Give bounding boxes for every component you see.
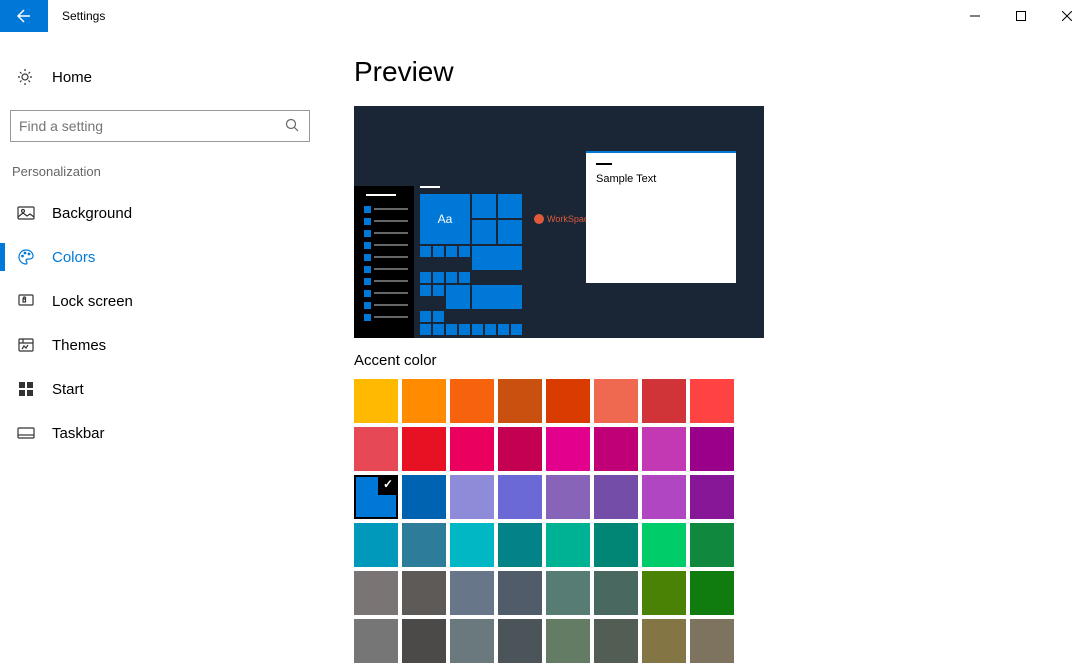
accent-color-label: Accent color	[354, 352, 1080, 369]
close-button[interactable]	[1044, 0, 1090, 32]
color-swatch[interactable]	[642, 571, 686, 615]
color-swatch[interactable]	[594, 619, 638, 663]
nav-taskbar[interactable]: Taskbar	[10, 411, 330, 455]
window-title: Settings	[62, 9, 105, 23]
color-swatch[interactable]	[594, 475, 638, 519]
palette-icon	[16, 247, 36, 267]
color-swatch[interactable]	[402, 619, 446, 663]
theme-icon	[16, 335, 36, 355]
search-box[interactable]	[10, 110, 310, 142]
nav-label: Taskbar	[52, 425, 105, 442]
back-button[interactable]	[0, 0, 48, 32]
start-icon	[16, 379, 36, 399]
color-swatch[interactable]	[546, 619, 590, 663]
nav-label: Lock screen	[52, 293, 133, 310]
color-swatch[interactable]	[354, 379, 398, 423]
color-swatch[interactable]	[594, 523, 638, 567]
color-swatch[interactable]	[594, 427, 638, 471]
preview-sample-window: Sample Text	[586, 151, 736, 283]
color-swatch[interactable]	[354, 475, 398, 519]
page-heading: Preview	[354, 56, 1080, 88]
color-swatch[interactable]	[546, 427, 590, 471]
color-swatch[interactable]	[594, 571, 638, 615]
color-swatch[interactable]	[402, 475, 446, 519]
color-swatch[interactable]	[690, 619, 734, 663]
nav-label: Background	[52, 205, 132, 222]
color-swatch[interactable]	[642, 523, 686, 567]
color-swatch[interactable]	[498, 571, 542, 615]
color-swatch[interactable]	[402, 571, 446, 615]
search-icon	[285, 118, 301, 134]
color-swatch[interactable]	[402, 379, 446, 423]
color-swatch[interactable]	[450, 619, 494, 663]
color-swatch[interactable]	[642, 427, 686, 471]
color-swatch[interactable]	[402, 523, 446, 567]
nav-themes[interactable]: Themes	[10, 323, 330, 367]
picture-icon	[16, 203, 36, 223]
color-swatch[interactable]	[690, 427, 734, 471]
minimize-button[interactable]	[952, 0, 998, 32]
gear-icon	[14, 66, 36, 88]
color-swatch[interactable]	[498, 427, 542, 471]
color-swatch[interactable]	[498, 619, 542, 663]
preview-taskbar	[354, 186, 414, 338]
color-swatch[interactable]	[354, 619, 398, 663]
nav-lockscreen[interactable]: Lock screen	[10, 279, 330, 323]
color-swatch[interactable]	[450, 523, 494, 567]
color-swatch[interactable]	[498, 475, 542, 519]
search-input[interactable]	[19, 118, 285, 134]
color-swatch[interactable]	[450, 427, 494, 471]
color-swatch[interactable]	[594, 379, 638, 423]
color-swatch[interactable]	[450, 379, 494, 423]
section-header: Personalization	[12, 164, 330, 179]
color-swatch[interactable]	[642, 379, 686, 423]
color-swatch[interactable]	[402, 427, 446, 471]
color-swatch[interactable]	[546, 475, 590, 519]
maximize-button[interactable]	[998, 0, 1044, 32]
color-swatch[interactable]	[450, 571, 494, 615]
nav-colors[interactable]: Colors	[10, 235, 330, 279]
color-swatch[interactable]	[498, 523, 542, 567]
color-swatch[interactable]	[690, 475, 734, 519]
color-swatch[interactable]	[690, 523, 734, 567]
color-swatch[interactable]	[690, 379, 734, 423]
preview-box: Aa WorkSpaces	[354, 106, 764, 338]
color-swatch[interactable]	[546, 523, 590, 567]
home-button[interactable]: Home	[10, 60, 330, 94]
home-label: Home	[52, 69, 92, 86]
taskbar-icon	[16, 423, 36, 443]
nav-label: Themes	[52, 337, 106, 354]
nav-start[interactable]: Start	[10, 367, 330, 411]
color-swatch[interactable]	[498, 379, 542, 423]
nav-label: Colors	[52, 249, 95, 266]
color-swatch[interactable]	[354, 427, 398, 471]
color-grid	[354, 379, 1080, 663]
preview-aa-tile: Aa	[420, 194, 470, 244]
color-swatch[interactable]	[690, 571, 734, 615]
nav-label: Start	[52, 381, 84, 398]
nav-background[interactable]: Background	[10, 191, 330, 235]
color-swatch[interactable]	[546, 379, 590, 423]
color-swatch[interactable]	[642, 619, 686, 663]
lock-icon	[16, 291, 36, 311]
main-content: Preview Aa	[330, 32, 1080, 663]
color-swatch[interactable]	[354, 523, 398, 567]
sidebar: Home Personalization Background Colors L…	[10, 32, 330, 663]
color-swatch[interactable]	[546, 571, 590, 615]
color-swatch[interactable]	[450, 475, 494, 519]
sample-text: Sample Text	[596, 173, 726, 185]
color-swatch[interactable]	[642, 475, 686, 519]
color-swatch[interactable]	[354, 571, 398, 615]
preview-tiles: Aa	[420, 186, 522, 335]
